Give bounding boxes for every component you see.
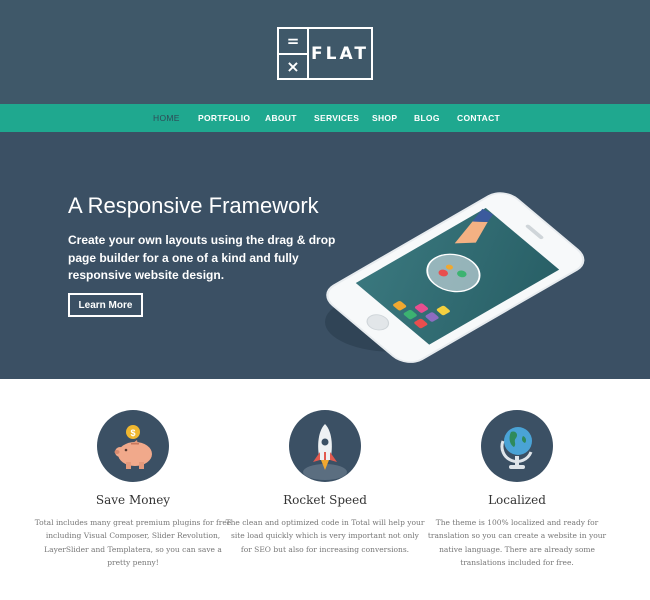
learn-more-button[interactable]: Learn More [68,293,143,317]
feature-description: The clean and optimized code in Total wi… [225,518,425,554]
feature-description: Total includes many great premium plugin… [34,518,232,567]
nav-item-portfolio[interactable]: PORTFOLIO [198,104,250,132]
nav-item-services[interactable]: SERVICES [314,104,359,132]
logo-equals-symbol: = [279,29,307,55]
main-nav: HOME PORTFOLIO ABOUT SERVICES SHOP BLOG … [0,104,650,132]
svg-text:$: $ [130,428,135,438]
hero-section: A Responsive Framework Create your own l… [0,132,650,379]
globe-icon [481,410,553,482]
logo-text: FLAT [311,43,369,64]
feature-title: Localized [488,493,546,507]
feature-description: The theme is 100% localized and ready fo… [427,518,607,567]
nav-item-contact[interactable]: CONTACT [457,104,500,132]
site-logo[interactable]: = × FLAT [277,27,373,80]
nav-item-home[interactable]: HOME [153,104,180,132]
feature-title: Rocket Speed [283,493,367,507]
piggy-bank-icon: $ [97,410,169,482]
site-header: = × FLAT [0,0,650,104]
logo-times-symbol: × [286,56,300,76]
rocket-icon [289,410,361,482]
feature-title: Save Money [95,493,171,507]
phone-mockup-image [300,172,590,372]
logo-symbol-box: = × [279,29,309,78]
nav-item-about[interactable]: ABOUT [265,104,297,132]
hero-title: A Responsive Framework [68,193,319,218]
nav-item-shop[interactable]: SHOP [372,104,397,132]
nav-item-blog[interactable]: BLOG [414,104,440,132]
hero-subtitle: Create your own layouts using the drag &… [68,233,336,282]
